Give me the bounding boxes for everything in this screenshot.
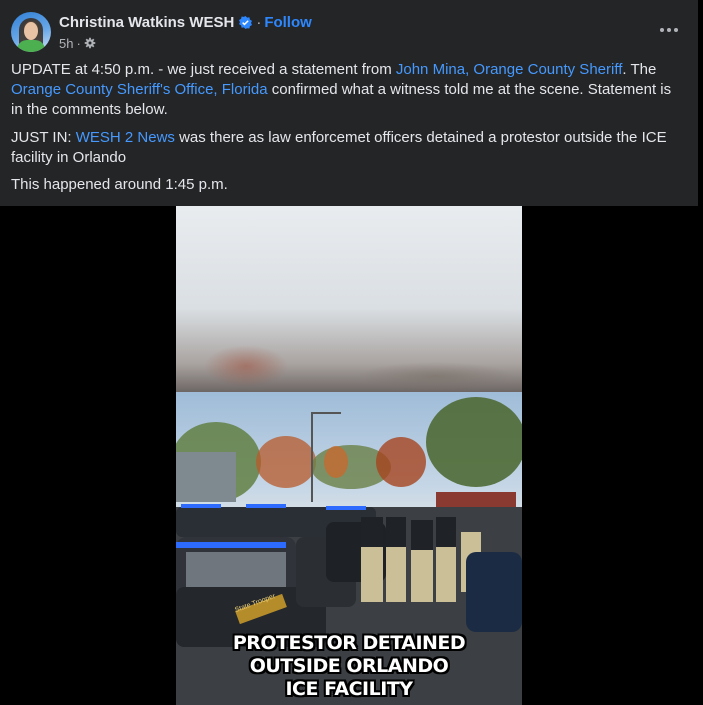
gear-icon[interactable] <box>84 37 96 49</box>
update-text: . The <box>622 61 657 78</box>
caption-line: OUTSIDE ORLANDO <box>249 655 449 677</box>
link-wesh-2-news[interactable]: WESH 2 News <box>76 129 175 146</box>
follow-button[interactable]: Follow <box>264 14 312 31</box>
post-text-time: This happened around 1:45 p.m. <box>11 176 228 193</box>
verified-badge-icon <box>239 15 253 29</box>
caption-line: ICE FACILITY <box>285 678 413 700</box>
video-caption: PROTESTOR DETAINED OUTSIDE ORLANDO ICE F… <box>176 632 522 701</box>
post-meta: 5h · <box>59 35 96 51</box>
link-john-mina[interactable]: John Mina, Orange County Sheriff <box>396 61 623 78</box>
video-player[interactable]: State Trooper PROTESTOR DETAINED OUTSIDE… <box>176 206 522 705</box>
post-timestamp[interactable]: 5h <box>59 36 73 51</box>
caption-line: PROTESTOR DETAINED <box>232 632 466 654</box>
blurred-video-area <box>176 206 522 392</box>
post-header: Christina Watkins WESH · Follow <box>59 13 312 31</box>
header-separator: · <box>256 13 262 31</box>
update-text: UPDATE at 4:50 p.m. - we just received a… <box>11 61 396 78</box>
link-orange-county-sheriffs-office[interactable]: Orange County Sheriff's Office, Florida <box>11 81 268 98</box>
post-card: Christina Watkins WESH · Follow 5h · UPD… <box>0 0 698 206</box>
avatar[interactable] <box>11 12 51 52</box>
just-in-text: JUST IN: <box>11 129 76 146</box>
post-text-just-in: JUST IN: WESH 2 News was there as law en… <box>11 128 683 168</box>
meta-separator: · <box>76 35 81 51</box>
more-options-icon[interactable] <box>656 18 682 42</box>
author-name[interactable]: Christina Watkins WESH <box>59 14 234 31</box>
post-text-update: UPDATE at 4:50 p.m. - we just received a… <box>11 60 683 120</box>
